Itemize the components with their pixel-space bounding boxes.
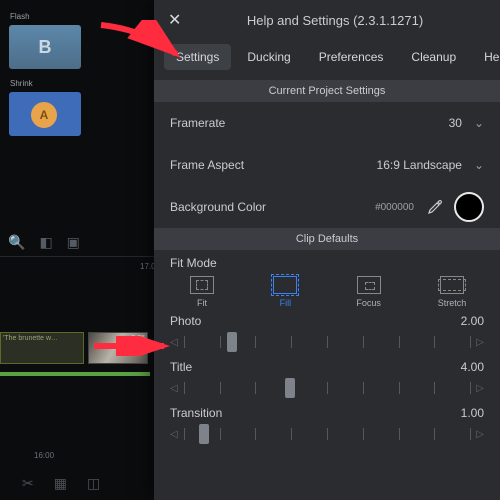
row-background-color: Background Color #000000 xyxy=(154,186,500,228)
photo-slider[interactable] xyxy=(184,332,471,352)
search-icon[interactable]: 🔍 xyxy=(8,234,25,251)
fit-option-fill[interactable]: Fill xyxy=(255,276,315,308)
fit-option-fit[interactable]: Fit xyxy=(172,276,232,308)
tab-help[interactable]: Help xyxy=(472,44,500,70)
section-clip-defaults: Clip Defaults xyxy=(154,228,500,250)
transition-thumb-flash[interactable] xyxy=(9,25,81,69)
fitmode-label: Fit Mode xyxy=(170,256,484,270)
slider-decrease-icon[interactable]: ◁ xyxy=(170,337,178,348)
panel-label-flash: Flash xyxy=(10,12,94,21)
framerate-label: Framerate xyxy=(170,116,290,130)
timeline-clip-text[interactable]: 'The brunette w… xyxy=(0,332,84,364)
tool-cut-icon[interactable]: ✂ xyxy=(22,475,34,492)
row-transition-duration: Transition 1.00 ◁ ▷ xyxy=(154,402,500,448)
panel-title: Help and Settings (2.3.1.1271) xyxy=(184,13,486,28)
section-project-settings: Current Project Settings xyxy=(154,80,500,102)
panel-label-shrink: Shrink xyxy=(10,79,94,88)
eyedropper-icon[interactable] xyxy=(426,198,444,216)
slider-decrease-icon[interactable]: ◁ xyxy=(170,429,178,440)
slider-increase-icon[interactable]: ▷ xyxy=(476,337,484,348)
tab-preferences[interactable]: Preferences xyxy=(307,44,396,70)
fit-option-stretch[interactable]: Stretch xyxy=(422,276,482,308)
tool-crop-icon[interactable]: ◫ xyxy=(87,475,100,492)
title-value: 4.00 xyxy=(461,360,484,374)
bgcolor-value: #000000 xyxy=(290,202,426,213)
slider-increase-icon[interactable]: ▷ xyxy=(476,429,484,440)
audio-track-strip[interactable] xyxy=(0,372,150,376)
settings-tabbar: Settings Ducking Preferences Cleanup Hel… xyxy=(154,40,500,80)
bgcolor-label: Background Color xyxy=(170,200,290,214)
photo-value: 2.00 xyxy=(461,314,484,328)
chevron-down-icon: ⌄ xyxy=(474,158,484,172)
slider-decrease-icon[interactable]: ◁ xyxy=(170,383,178,394)
row-photo-duration: Photo 2.00 ◁ ▷ xyxy=(154,310,500,356)
transition-label: Transition xyxy=(170,406,222,420)
aspect-label: Frame Aspect xyxy=(170,158,290,172)
title-label: Title xyxy=(170,360,192,374)
transition-thumb-shrink[interactable] xyxy=(9,92,81,136)
shield-icon[interactable]: ▣ xyxy=(67,234,80,251)
slider-increase-icon[interactable]: ▷ xyxy=(476,383,484,394)
clip-duration: 8.25 xyxy=(131,335,145,342)
row-title-duration: Title 4.00 ◁ ▷ xyxy=(154,356,500,402)
mid-toolbar: 🔍 ◧ ▣ xyxy=(8,234,80,251)
row-frame-aspect[interactable]: Frame Aspect 16:9 Landscape ⌄ xyxy=(154,144,500,186)
transition-slider[interactable] xyxy=(184,424,471,444)
aspect-value: 16:9 Landscape xyxy=(290,158,474,172)
tool-media-icon[interactable]: ▦ xyxy=(54,475,67,492)
tab-cleanup[interactable]: Cleanup xyxy=(399,44,468,70)
bottom-timecode: 16:00 xyxy=(34,451,54,460)
tab-ducking[interactable]: Ducking xyxy=(235,44,302,70)
row-fit-mode: Fit Mode Fit Fill Focus Stretch xyxy=(154,250,500,310)
help-settings-panel: ✕ Help and Settings (2.3.1.1271) Setting… xyxy=(154,0,500,500)
tab-settings[interactable]: Settings xyxy=(164,44,231,70)
timeline-clip-media[interactable]: 8.25 xyxy=(88,332,148,364)
row-framerate[interactable]: Framerate 30 ⌄ xyxy=(154,102,500,144)
color-swatch[interactable] xyxy=(454,192,484,222)
photo-label: Photo xyxy=(170,314,201,328)
chevron-down-icon: ⌄ xyxy=(474,116,484,130)
filter-icon[interactable]: ◧ xyxy=(39,234,52,251)
title-slider[interactable] xyxy=(184,378,471,398)
transition-value: 1.00 xyxy=(461,406,484,420)
close-icon[interactable]: ✕ xyxy=(168,10,184,30)
fit-option-focus[interactable]: Focus xyxy=(339,276,399,308)
framerate-value: 30 xyxy=(290,116,474,130)
